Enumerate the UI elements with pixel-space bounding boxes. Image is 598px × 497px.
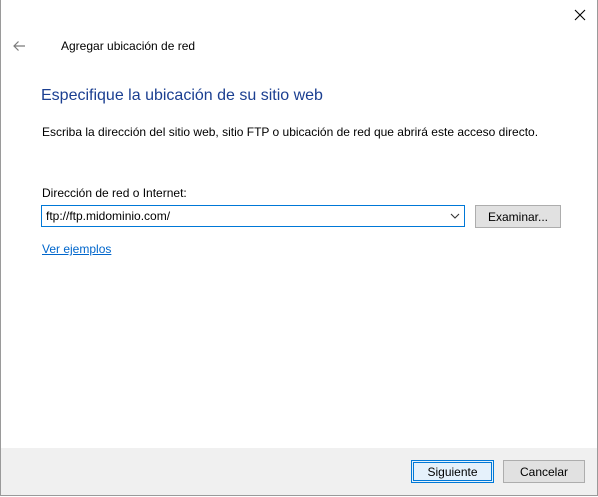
close-button[interactable] (569, 4, 591, 26)
examples-link[interactable]: Ver ejemplos (42, 242, 111, 256)
address-label: Dirección de red o Internet: (42, 186, 187, 200)
back-button[interactable] (9, 36, 29, 56)
back-arrow-icon (13, 41, 25, 51)
window-title: Agregar ubicación de red (61, 39, 196, 53)
close-icon (574, 9, 586, 21)
dialog-window: Agregar ubicación de red Especifique la … (0, 0, 598, 496)
page-heading: Especifique la ubicación de su sitio web (41, 87, 323, 104)
browse-button[interactable]: Examinar... (475, 205, 561, 228)
address-dropdown-button[interactable] (446, 207, 464, 225)
address-combobox[interactable] (41, 205, 465, 227)
next-button[interactable]: Siguiente (411, 460, 494, 483)
page-description: Escriba la dirección del sitio web, siti… (42, 125, 539, 139)
chevron-down-icon (450, 213, 460, 219)
cancel-button[interactable]: Cancelar (503, 460, 585, 483)
address-input[interactable] (42, 207, 446, 225)
